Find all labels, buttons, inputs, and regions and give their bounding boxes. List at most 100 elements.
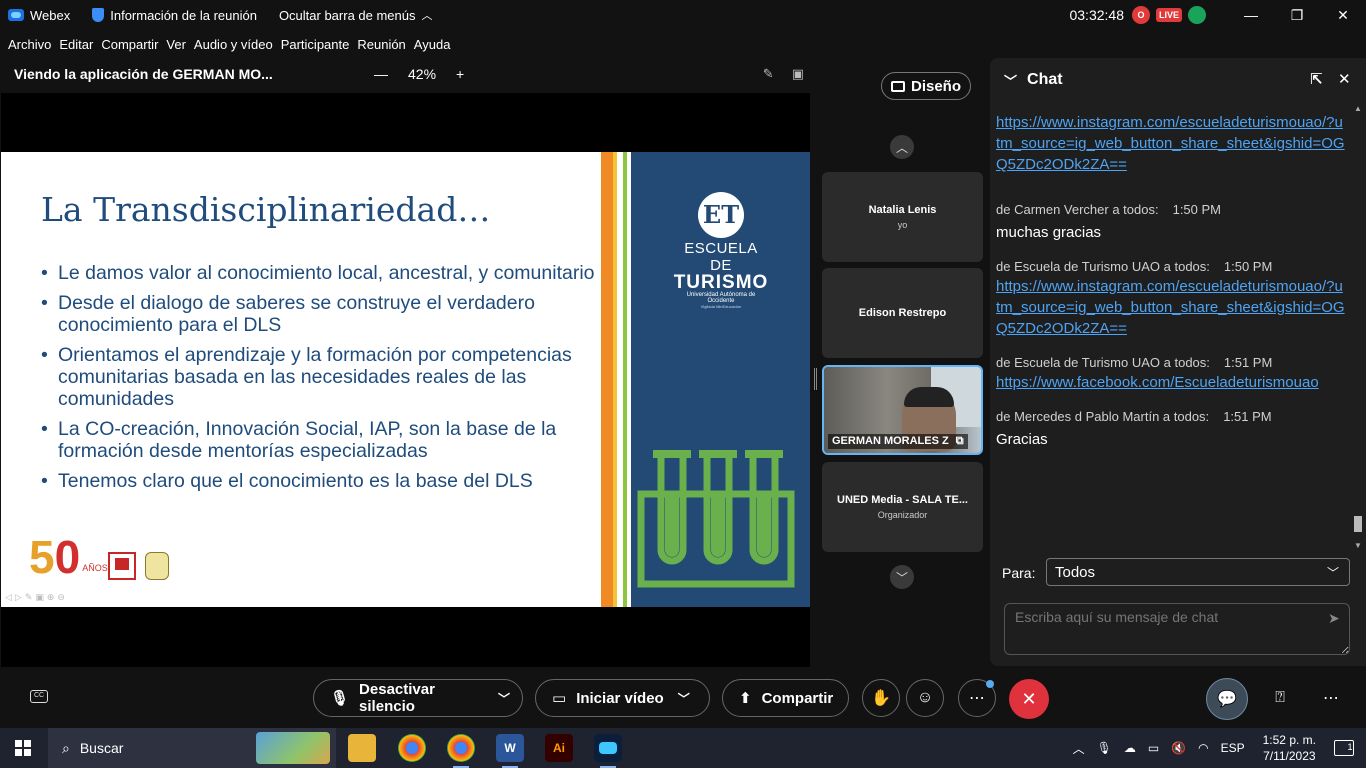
restore-button[interactable]: ❐ xyxy=(1274,0,1320,30)
popout-chat-icon[interactable]: ⇱ xyxy=(1310,70,1323,88)
chat-message-input[interactable] xyxy=(1004,603,1350,655)
screen-share-icon: ⧉ xyxy=(955,435,964,447)
scroll-down-arrow-icon[interactable]: ▼ xyxy=(1354,541,1362,550)
message-time: 1:51 PM xyxy=(1223,409,1272,424)
menu-ver[interactable]: Ver xyxy=(166,37,186,52)
mute-button[interactable]: 🎙 Desactivar silencio ﹀ xyxy=(313,679,523,717)
volume-muted-icon[interactable]: 🔇 xyxy=(1171,741,1186,755)
message-sender: de Mercedes d Pablo Martín a todos: xyxy=(996,409,1210,424)
send-icon[interactable]: ➤ xyxy=(1328,610,1340,627)
chevron-up-icon[interactable]: ︿ xyxy=(1073,740,1085,757)
reactions-button[interactable]: ☺ xyxy=(906,679,944,717)
menu-ayuda[interactable]: Ayuda xyxy=(414,37,451,52)
windows-start-icon[interactable] xyxy=(15,740,31,756)
clock-time: 1:52 p. m. xyxy=(1262,733,1316,747)
captions-icon[interactable]: CC xyxy=(30,690,48,703)
webex-taskbar-icon[interactable] xyxy=(594,734,622,768)
escuela-turismo-logo: ET ESCUELA DE TURISMO Universidad Autóno… xyxy=(673,192,769,309)
leave-meeting-button[interactable]: ✕ xyxy=(1009,679,1049,719)
cloud-icon[interactable]: ☁ xyxy=(1124,741,1136,755)
illustrator-icon[interactable]: Ai xyxy=(545,734,573,762)
scroll-down-button[interactable]: ﹀ xyxy=(890,565,914,589)
speaker-hair xyxy=(904,387,954,407)
message-time: 1:50 PM xyxy=(1223,259,1273,274)
chat-scrollbar[interactable]: ▲ ▼ xyxy=(1352,102,1364,550)
hide-menu-button[interactable]: Ocultar barra de menús ︿ xyxy=(279,7,433,23)
layout-button[interactable]: Diseño xyxy=(881,72,971,100)
taskbar-clock[interactable]: 1:52 p. m. 7/11/2023 xyxy=(1263,732,1316,764)
video-name-label: GERMAN MORALES Z ⧉ xyxy=(828,434,968,449)
word-icon[interactable]: W xyxy=(496,734,524,768)
panel-options-button[interactable]: ⋯ xyxy=(1312,679,1350,717)
microphone-muted-icon: 🎙 xyxy=(330,690,350,707)
participant-tile[interactable]: Natalia Lenis yo xyxy=(822,172,983,262)
participant-tile[interactable]: Edison Restrepo xyxy=(822,268,983,358)
zoom-control: — 42% + xyxy=(364,66,474,82)
live-badge: LIVE xyxy=(1155,8,1182,22)
close-icon: ✕ xyxy=(1021,688,1037,709)
share-title: Viendo la aplicación de GERMAN MO... xyxy=(14,66,273,82)
collapse-chat-icon[interactable]: ﹀ xyxy=(1004,71,1017,90)
scroll-up-button[interactable]: ︿ xyxy=(890,135,914,159)
chevron-down-icon[interactable]: ﹀ xyxy=(678,690,690,707)
microphone-icon[interactable]: 🎙 xyxy=(1097,741,1112,755)
share-button[interactable]: ⬆ Compartir xyxy=(722,679,849,717)
mute-label: Desactivar silencio xyxy=(359,681,435,715)
menu-audio-video[interactable]: Audio y vídeo xyxy=(194,37,273,52)
menu-participante[interactable]: Participante xyxy=(281,37,350,52)
meeting-info-button[interactable]: Información de la reunión xyxy=(92,8,257,23)
anniv-digit-a: 5 xyxy=(29,531,55,583)
chat-link[interactable]: https://www.instagram.com/escueladeturis… xyxy=(996,276,1346,339)
wifi-icon[interactable]: ◠ xyxy=(1198,741,1208,755)
chat-link[interactable]: https://www.facebook.com/Escueladeturism… xyxy=(996,372,1346,393)
message-text: Gracias xyxy=(996,431,1048,448)
color-stripes xyxy=(601,152,631,607)
chat-title: Chat xyxy=(1027,71,1063,88)
ellipsis-icon: ⋯ xyxy=(969,690,985,707)
annotate-icon[interactable]: ✎ xyxy=(763,66,774,82)
chat-toggle-button[interactable]: 💬 xyxy=(1206,678,1248,720)
slide-bullet: La CO-creación, Innovación Social, IAP, … xyxy=(41,418,596,462)
participant-name: Edison Restrepo xyxy=(858,307,947,319)
smiley-icon: ☺ xyxy=(916,689,934,706)
menu-archivo[interactable]: Archivo xyxy=(8,37,51,52)
chrome-icon[interactable] xyxy=(398,734,426,762)
minimize-button[interactable]: — xyxy=(1228,0,1274,30)
menu-reunion[interactable]: Reunión xyxy=(357,37,405,52)
chat-link[interactable]: https://www.instagram.com/escueladeturis… xyxy=(996,112,1346,175)
chrome-profile-icon[interactable] xyxy=(447,734,475,768)
message-time: 1:50 PM xyxy=(1172,202,1222,217)
battery-icon[interactable]: ▭ xyxy=(1148,741,1159,755)
raise-hand-button[interactable]: ✋ xyxy=(862,679,900,717)
chevron-down-icon[interactable]: ﹀ xyxy=(498,690,510,707)
help-button[interactable]: ⍰ xyxy=(1261,679,1299,717)
scrollbar-thumb[interactable] xyxy=(1354,516,1362,532)
menu-editar[interactable]: Editar xyxy=(59,37,93,52)
popout-share-icon[interactable]: ▣ xyxy=(792,66,804,82)
ellipsis-icon: ⋯ xyxy=(1323,690,1339,707)
notification-center-icon[interactable]: 1 xyxy=(1334,740,1354,756)
menu-compartir[interactable]: Compartir xyxy=(101,37,158,52)
resize-handle[interactable] xyxy=(814,368,817,390)
zoom-out-button[interactable]: — xyxy=(374,66,388,82)
message-sender: de Carmen Vercher a todos: xyxy=(996,202,1159,217)
search-label: Buscar xyxy=(79,740,124,756)
recipient-select[interactable]: Todos ﹀ xyxy=(1046,558,1350,586)
close-chat-icon[interactable]: ✕ xyxy=(1338,70,1351,88)
network-stats-icon[interactable] xyxy=(1188,6,1206,24)
chevron-down-icon: ﹀ xyxy=(895,570,908,585)
slide-bullet: Le damos valor al conocimiento local, an… xyxy=(41,262,596,284)
scroll-up-arrow-icon[interactable]: ▲ xyxy=(1354,104,1362,113)
message-text: muchas gracias xyxy=(996,224,1102,241)
chat-panel: ﹀ Chat ⇱ ✕ https://www.instagram.com/esc… xyxy=(990,58,1366,666)
start-video-button[interactable]: ▭ Iniciar vídeo ﹀ xyxy=(535,679,710,717)
participant-tile[interactable]: UNED Media - SALA TE... Organizador xyxy=(822,462,983,552)
language-indicator[interactable]: ESP xyxy=(1221,741,1245,755)
slide-toolbar-icons[interactable]: ◁▷✎▣⊕⊖ xyxy=(5,592,68,603)
chat-messages[interactable]: https://www.instagram.com/escueladeturis… xyxy=(996,112,1346,552)
file-explorer-icon[interactable] xyxy=(348,734,376,762)
taskbar-search[interactable]: ⌕ Buscar xyxy=(48,728,336,768)
participant-video-tile[interactable]: GERMAN MORALES Z ⧉ xyxy=(822,365,983,455)
close-button[interactable]: ✕ xyxy=(1320,0,1366,30)
zoom-in-button[interactable]: + xyxy=(456,66,464,82)
